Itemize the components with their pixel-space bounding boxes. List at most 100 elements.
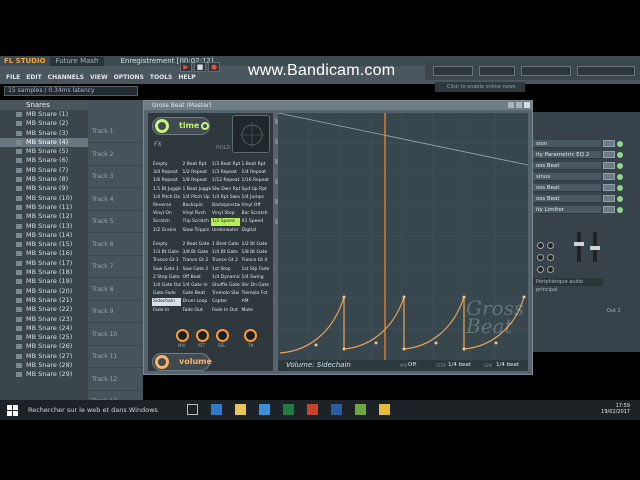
time-preset[interactable]: Scratch	[152, 218, 181, 226]
mixer-slot-led-icon[interactable]	[617, 152, 623, 158]
time-preset[interactable]: 1/4 Rpt Swng	[211, 194, 240, 202]
time-preset[interactable]: Vinyl Off	[241, 202, 270, 210]
time-preset[interactable]: Vinyl Rvsh	[182, 210, 211, 218]
volume-preset[interactable]: Drum Loop	[182, 298, 211, 306]
volume-preset[interactable]: 1/4 Swing	[241, 274, 270, 282]
volume-preset[interactable]: Saw Gate 1	[152, 266, 181, 274]
track-label[interactable]: Track 9	[92, 308, 113, 315]
menu-options[interactable]: OPTIONS	[114, 74, 144, 84]
volume-preset[interactable]: 1st Step	[211, 266, 240, 274]
record-button[interactable]: ●	[208, 62, 220, 72]
time-preset[interactable]: 2 Beat Rpt	[182, 161, 211, 169]
menu-tools[interactable]: TOOLS	[150, 74, 172, 84]
track-label[interactable]: Track 6	[92, 241, 113, 248]
volume-preset[interactable]: Trance Gt 4	[241, 257, 270, 265]
volume-preset[interactable]: 1 Beat Gate	[211, 241, 240, 249]
volume-preset[interactable]: Gate Fade	[152, 290, 181, 298]
volume-preset[interactable]: Saw Gate 2	[182, 266, 211, 274]
time-power-icon[interactable]	[201, 122, 209, 130]
mixer-slot[interactable]: oss Beat	[533, 184, 601, 192]
fl-studio-icon[interactable]	[379, 404, 390, 415]
envelope-point[interactable]	[374, 341, 378, 345]
envelope-point[interactable]	[342, 347, 346, 351]
volume-preset[interactable]: Trance Gt 1	[152, 257, 181, 265]
volume-preset[interactable]: Gate Beat	[182, 290, 211, 298]
time-preset[interactable]: 1/4 Repeat	[241, 169, 270, 177]
tempo-panel[interactable]	[433, 66, 473, 76]
browser-item[interactable]: MB Snare (14)	[0, 231, 88, 240]
time-preset[interactable]: 1/2 Repeat	[182, 169, 211, 177]
browser-item[interactable]: MB Snare (23)	[0, 315, 88, 324]
powerpoint-icon[interactable]	[307, 404, 318, 415]
mix-select[interactable]: Off	[408, 362, 416, 368]
envelope-point[interactable]	[402, 295, 406, 299]
time-preset[interactable]: Backspin	[182, 202, 211, 210]
mixer-knob-5[interactable]	[537, 266, 544, 273]
volume-preset[interactable]: 1st Stp Fade	[241, 266, 270, 274]
mixer-slot[interactable]: sinus	[533, 173, 601, 181]
time-preset[interactable]: 1/6 Repeat	[152, 177, 181, 185]
browser-item[interactable]: MB Snare (17)	[0, 259, 88, 268]
time-preset[interactable]: 1/4 Pitch Up	[182, 194, 211, 202]
online-news-bar[interactable]: Click to enable online news	[435, 82, 525, 92]
mixer-slot-button[interactable]	[603, 140, 615, 147]
time-preset[interactable]: 1/2 Speed	[211, 218, 240, 227]
volume-preset[interactable]: Empty	[152, 241, 181, 249]
step-select[interactable]: 1/4 beat	[448, 362, 471, 368]
windows-start-icon[interactable]	[7, 405, 18, 416]
volume-preset[interactable]: 2 Beat Gate	[182, 241, 211, 249]
mixer-slot-led-icon[interactable]	[617, 174, 623, 180]
browser-item[interactable]: MB Snare (27)	[0, 352, 88, 361]
time-preset[interactable]: 1 Beat Juggle	[182, 186, 211, 194]
length-select[interactable]: 1/4 beat	[496, 362, 519, 368]
track-label[interactable]: Track 12	[92, 376, 117, 383]
knob-att[interactable]	[196, 329, 209, 342]
mixer-slot-led-icon[interactable]	[617, 196, 623, 202]
volume-preset[interactable]: 2 Step Gate	[152, 274, 181, 282]
volume-preset[interactable]: Shr Dn Gate	[241, 282, 270, 290]
excel-icon[interactable]	[283, 404, 294, 415]
volume-section-toggle[interactable]: volume	[152, 353, 212, 371]
mixer-slot-button[interactable]	[603, 162, 615, 169]
time-preset[interactable]: 1/2 Grains	[152, 227, 181, 235]
mixer-slot[interactable]: oss Beat	[533, 195, 601, 203]
volume-preset[interactable]: Tremolo Fst	[241, 290, 270, 298]
file-explorer-icon[interactable]	[235, 404, 246, 415]
time-preset[interactable]: Backspinstart	[211, 202, 240, 210]
browser-item[interactable]: MB Snare (6)	[0, 156, 88, 165]
browser-item[interactable]: MB Snare (12)	[0, 212, 88, 221]
word-icon[interactable]	[331, 404, 342, 415]
mixer-knob-4[interactable]	[547, 254, 554, 261]
time-preset[interactable]: 1.5 Bt Juggle	[152, 186, 181, 194]
fader-handle-1[interactable]	[574, 242, 584, 246]
time-preset[interactable]: Trip Scratch	[182, 218, 211, 226]
menu-edit[interactable]: EDIT	[26, 74, 41, 84]
browser-item[interactable]: MB Snare (9)	[0, 184, 88, 193]
mixer-slot-button[interactable]	[603, 195, 615, 202]
toolbar-shortcuts[interactable]	[577, 66, 635, 76]
time-preset[interactable]: X2 Speed	[241, 218, 270, 226]
browser-item[interactable]: MB Snare (3)	[0, 129, 88, 138]
play-button[interactable]: ▶	[180, 62, 192, 72]
track-label[interactable]: Track 8	[92, 286, 113, 293]
browser-item[interactable]: MB Snare (19)	[0, 277, 88, 286]
browser-item[interactable]: MB Snare (1)	[0, 110, 88, 119]
menu-help[interactable]: HELP	[178, 74, 195, 84]
audio-device-select[interactable]: Périphérique audio principal	[533, 278, 603, 293]
browser-item[interactable]: MB Snare (10)	[0, 194, 88, 203]
volume-preset[interactable]: 1/4 Gate Out	[152, 282, 181, 290]
time-preset[interactable]: 1/3 Beat Rpt	[211, 161, 240, 169]
edge-icon[interactable]	[211, 404, 222, 415]
close-icon[interactable]	[524, 102, 530, 108]
envelope-point[interactable]	[434, 341, 438, 345]
browser-item[interactable]: MB Snare (4)	[0, 137, 88, 148]
time-preset[interactable]: 1/16 Repeat	[241, 177, 270, 185]
browser-item[interactable]: MB Snare (26)	[0, 342, 88, 351]
track-label[interactable]: Track 2	[92, 151, 113, 158]
browser-item[interactable]: MB Snare (21)	[0, 296, 88, 305]
mixer-knob-6[interactable]	[547, 266, 554, 273]
browser-item[interactable]: MB Snare (15)	[0, 240, 88, 249]
mixer-slot[interactable]: ity Limiter	[533, 206, 601, 214]
mixer-slot-button[interactable]	[603, 173, 615, 180]
volume-preset[interactable]: Off Beat	[182, 274, 211, 282]
